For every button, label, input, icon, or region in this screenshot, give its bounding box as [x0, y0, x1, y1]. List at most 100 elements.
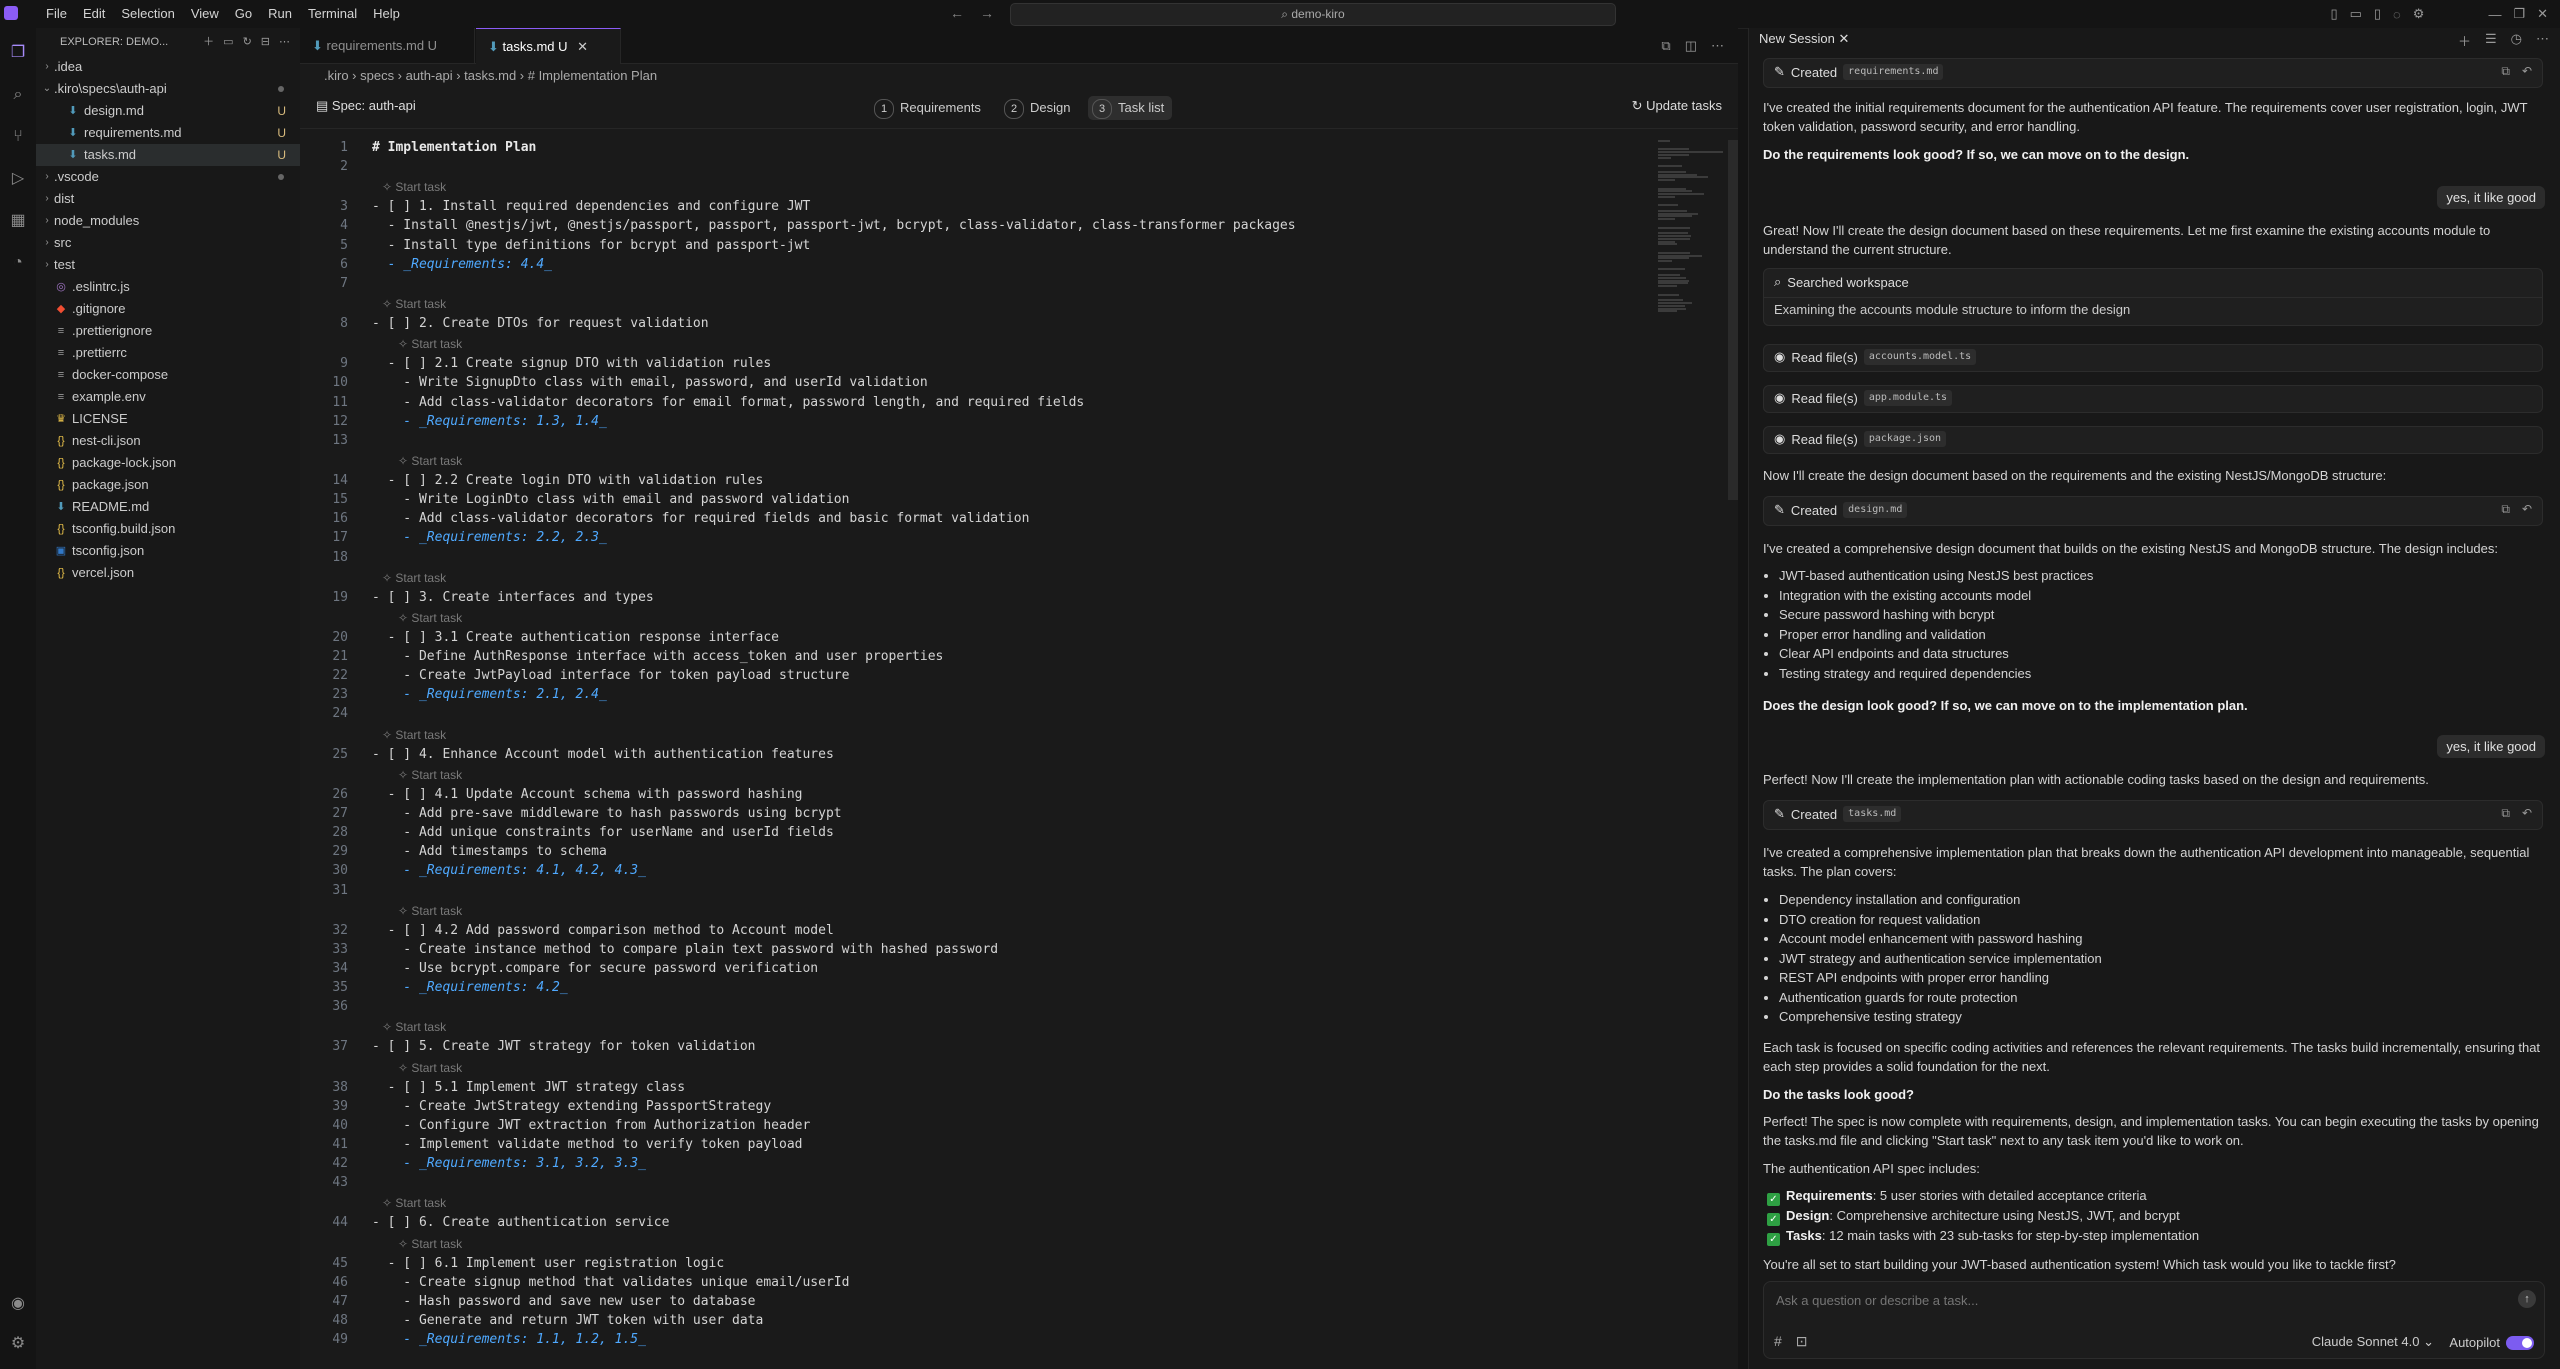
- back-arrow-icon[interactable]: ←: [950, 5, 964, 21]
- account-icon[interactable]: ◉: [7, 1293, 29, 1315]
- read-file-card[interactable]: ◉ Read file(s) package.json: [1763, 426, 2543, 454]
- file-chip[interactable]: accounts.model.ts: [1863, 349, 1977, 365]
- tab-tasks[interactable]: ⬇ tasks.md U ✕: [476, 28, 621, 64]
- kiro-ghost-icon[interactable]: ◔: [7, 252, 29, 274]
- file-chip[interactable]: requirements.md: [1843, 64, 1944, 80]
- start-task-codelens[interactable]: ✧ Start task: [398, 454, 462, 468]
- menu-item-help[interactable]: Help: [365, 0, 408, 28]
- tree-item[interactable]: › test: [36, 254, 300, 276]
- tree-item[interactable]: ◆ .gitignore: [36, 298, 300, 320]
- tree-item[interactable]: › .idea: [36, 56, 300, 78]
- tree-item[interactable]: ⬇ README.md: [36, 496, 300, 518]
- menu-item-edit[interactable]: Edit: [75, 0, 113, 28]
- revert-icon[interactable]: ↶: [2522, 502, 2532, 517]
- menu-item-file[interactable]: File: [38, 0, 75, 28]
- start-task-codelens[interactable]: ✧ Start task: [382, 1196, 446, 1210]
- copy-icon[interactable]: ⧉: [2501, 806, 2510, 821]
- close-tab-icon[interactable]: ✕: [577, 39, 588, 54]
- step-task-list[interactable]: 3 Task list: [1088, 96, 1173, 120]
- tree-item[interactable]: ♛ LICENSE: [36, 408, 300, 430]
- start-task-codelens[interactable]: ✧ Start task: [398, 337, 462, 351]
- tree-item[interactable]: ◎ .eslintrc.js: [36, 276, 300, 298]
- tree-item[interactable]: › dist: [36, 188, 300, 210]
- file-chip[interactable]: design.md: [1843, 502, 1908, 518]
- image-attach-icon[interactable]: ⊡: [1796, 1333, 1808, 1350]
- tree-item[interactable]: ≡ .prettierrc: [36, 342, 300, 364]
- start-task-codelens[interactable]: ✧ Start task: [398, 904, 462, 918]
- minimize-icon[interactable]: —: [2488, 7, 2501, 22]
- vertical-scrollbar[interactable]: [1728, 140, 1738, 500]
- file-chip[interactable]: tasks.md: [1843, 806, 1902, 822]
- tree-item[interactable]: {} package.json: [36, 474, 300, 496]
- chat-icon[interactable]: ◌: [2393, 7, 2401, 22]
- explorer-icon[interactable]: ❐: [7, 42, 29, 64]
- tree-item[interactable]: {} tsconfig.build.json: [36, 518, 300, 540]
- created-card-design[interactable]: ✎ Created design.md ⧉ ↶: [1763, 496, 2543, 526]
- tree-item[interactable]: ≡ docker-compose: [36, 364, 300, 386]
- more-icon[interactable]: ⋯: [2536, 31, 2549, 50]
- open-preview-icon[interactable]: ⧉: [1661, 28, 1670, 63]
- extensions-icon[interactable]: ▦: [7, 210, 29, 232]
- menu-item-selection[interactable]: Selection: [113, 0, 182, 28]
- step-design[interactable]: 2 Design: [1000, 96, 1078, 120]
- settings-gear-icon[interactable]: ⚙: [2413, 6, 2425, 22]
- forward-arrow-icon[interactable]: →: [980, 5, 994, 21]
- revert-icon[interactable]: ↶: [2522, 806, 2532, 821]
- history-icon[interactable]: ◷: [2511, 31, 2522, 50]
- menu-item-view[interactable]: View: [183, 0, 227, 28]
- split-editor-icon[interactable]: ◫: [1685, 28, 1697, 63]
- tree-item[interactable]: ⬇ design.md U: [36, 100, 300, 122]
- hash-context-icon[interactable]: #: [1774, 1333, 1782, 1350]
- start-task-codelens[interactable]: ✧ Start task: [398, 1061, 462, 1075]
- toggle-switch[interactable]: [2506, 1335, 2534, 1350]
- menu-item-run[interactable]: Run: [260, 0, 300, 28]
- refresh-icon[interactable]: ↻: [243, 28, 252, 56]
- new-folder-icon[interactable]: ▭: [223, 28, 233, 56]
- history-list-icon[interactable]: ☰: [2485, 31, 2497, 50]
- step-requirements[interactable]: 1 Requirements: [870, 96, 989, 120]
- start-task-codelens[interactable]: ✧ Start task: [382, 728, 446, 742]
- run-debug-icon[interactable]: ▷: [7, 168, 29, 190]
- tree-item[interactable]: › node_modules: [36, 210, 300, 232]
- breadcrumb[interactable]: .kiro › specs › auth-api › tasks.md › # …: [324, 66, 657, 86]
- manage-gear-icon[interactable]: ⚙: [7, 1333, 29, 1355]
- created-card-tasks[interactable]: ✎ Created tasks.md ⧉ ↶: [1763, 800, 2543, 830]
- chat-input[interactable]: [1774, 1292, 2478, 1309]
- start-task-codelens[interactable]: ✧ Start task: [382, 1020, 446, 1034]
- close-window-icon[interactable]: ✕: [2537, 6, 2548, 22]
- start-task-codelens[interactable]: ✧ Start task: [398, 611, 462, 625]
- new-session-icon[interactable]: ＋: [2458, 31, 2471, 50]
- tree-item[interactable]: {} package-lock.json: [36, 452, 300, 474]
- tab-requirements[interactable]: ⬇ requirements.md U: [300, 28, 475, 63]
- session-tab[interactable]: New Session ✕: [1759, 31, 1849, 47]
- tree-item[interactable]: ⌄ .kiro\specs\auth-api: [36, 78, 300, 100]
- tree-item[interactable]: › src: [36, 232, 300, 254]
- tree-item[interactable]: ⬇ tasks.md U: [36, 144, 300, 166]
- model-selector[interactable]: Claude Sonnet 4.0 ⌄: [2312, 1334, 2434, 1350]
- tree-item[interactable]: ≡ .prettierignore: [36, 320, 300, 342]
- tree-item[interactable]: ≡ example.env: [36, 386, 300, 408]
- tree-item[interactable]: {} vercel.json: [36, 562, 300, 584]
- layout-sidebar-icon[interactable]: ▯: [2330, 6, 2337, 22]
- new-file-icon[interactable]: ＋: [203, 28, 214, 56]
- start-task-codelens[interactable]: ✧ Start task: [398, 768, 462, 782]
- source-control-icon[interactable]: ⑂: [7, 126, 29, 148]
- autopilot-toggle[interactable]: Autopilot: [2449, 1335, 2534, 1350]
- read-file-card[interactable]: ◉ Read file(s) accounts.model.ts: [1763, 344, 2543, 372]
- restore-icon[interactable]: ❐: [2513, 6, 2525, 22]
- copy-icon[interactable]: ⧉: [2501, 64, 2510, 79]
- search-icon[interactable]: ⌕: [7, 84, 29, 106]
- more-icon[interactable]: ⋯: [279, 28, 290, 56]
- start-task-codelens[interactable]: ✧ Start task: [382, 180, 446, 194]
- menu-item-go[interactable]: Go: [227, 0, 260, 28]
- close-session-icon[interactable]: ✕: [1839, 31, 1850, 46]
- tree-item[interactable]: {} nest-cli.json: [36, 430, 300, 452]
- searched-workspace-card[interactable]: ⌕ Searched workspace Examining the accoun…: [1763, 268, 2543, 326]
- tree-item[interactable]: ⬇ requirements.md U: [36, 122, 300, 144]
- menu-item-terminal[interactable]: Terminal: [300, 0, 365, 28]
- update-tasks-button[interactable]: ↻ Update tasks: [1632, 98, 1722, 114]
- minimap[interactable]: [1650, 140, 1728, 1369]
- copy-icon[interactable]: ⧉: [2501, 502, 2510, 517]
- start-task-codelens[interactable]: ✧ Start task: [382, 571, 446, 585]
- more-actions-icon[interactable]: ⋯: [1711, 28, 1724, 63]
